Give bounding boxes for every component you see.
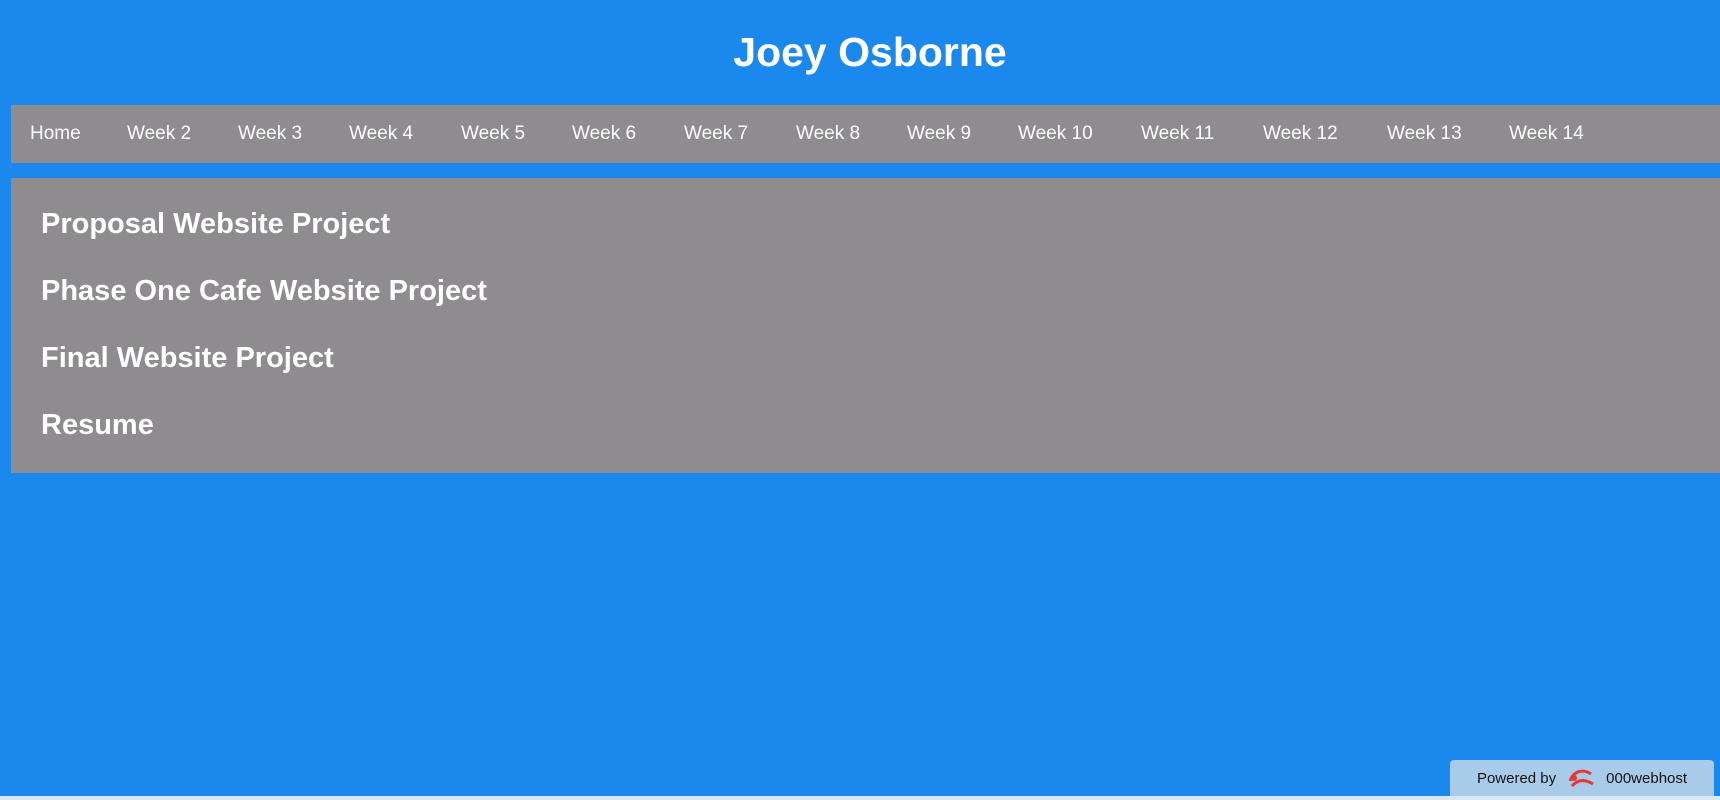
site-title: Joey Osborne: [733, 29, 1007, 75]
nav-item-week-3[interactable]: Week 3: [238, 105, 302, 163]
nav-item-week-7[interactable]: Week 7: [684, 105, 748, 163]
powered-by-badge[interactable]: Powered by 000webhost: [1450, 760, 1714, 796]
page: Joey Osborne Home Week 2 Week 3 Week 4 W…: [0, 0, 1720, 800]
webhost-brand: 000webhost: [1606, 769, 1688, 787]
phase-one-cafe-project-link[interactable]: Phase One Cafe Website Project: [41, 273, 487, 309]
nav-item-week-2[interactable]: Week 2: [127, 105, 191, 163]
nav-item-week-14[interactable]: Week 14: [1509, 105, 1584, 163]
final-website-project-link[interactable]: Final Website Project: [41, 340, 334, 376]
main-navigation: Home Week 2 Week 3 Week 4 Week 5 Week 6 …: [11, 105, 1720, 163]
nav-item-home[interactable]: Home: [30, 105, 81, 163]
nav-item-week-9[interactable]: Week 9: [907, 105, 971, 163]
nav-item-week-4[interactable]: Week 4: [349, 105, 413, 163]
nav-item-week-6[interactable]: Week 6: [572, 105, 636, 163]
nav-list: Home Week 2 Week 3 Week 4 Week 5 Week 6 …: [11, 105, 1720, 163]
nav-item-week-13[interactable]: Week 13: [1387, 105, 1462, 163]
powered-by-label: Powered by: [1476, 769, 1557, 787]
resume-link[interactable]: Resume: [41, 407, 154, 443]
nav-item-week-10[interactable]: Week 10: [1018, 105, 1093, 163]
webhost-logo-icon: [1568, 769, 1594, 788]
nav-item-week-11[interactable]: Week 11: [1141, 105, 1214, 163]
proposal-website-project-link[interactable]: Proposal Website Project: [41, 206, 390, 242]
site-header: Joey Osborne: [0, 0, 1720, 104]
nav-item-week-5[interactable]: Week 5: [461, 105, 525, 163]
nav-item-week-8[interactable]: Week 8: [796, 105, 860, 163]
project-links-panel: Proposal Website Project Phase One Cafe …: [11, 178, 1720, 473]
nav-item-week-12[interactable]: Week 12: [1263, 105, 1338, 163]
bottom-strip: [0, 796, 1720, 800]
